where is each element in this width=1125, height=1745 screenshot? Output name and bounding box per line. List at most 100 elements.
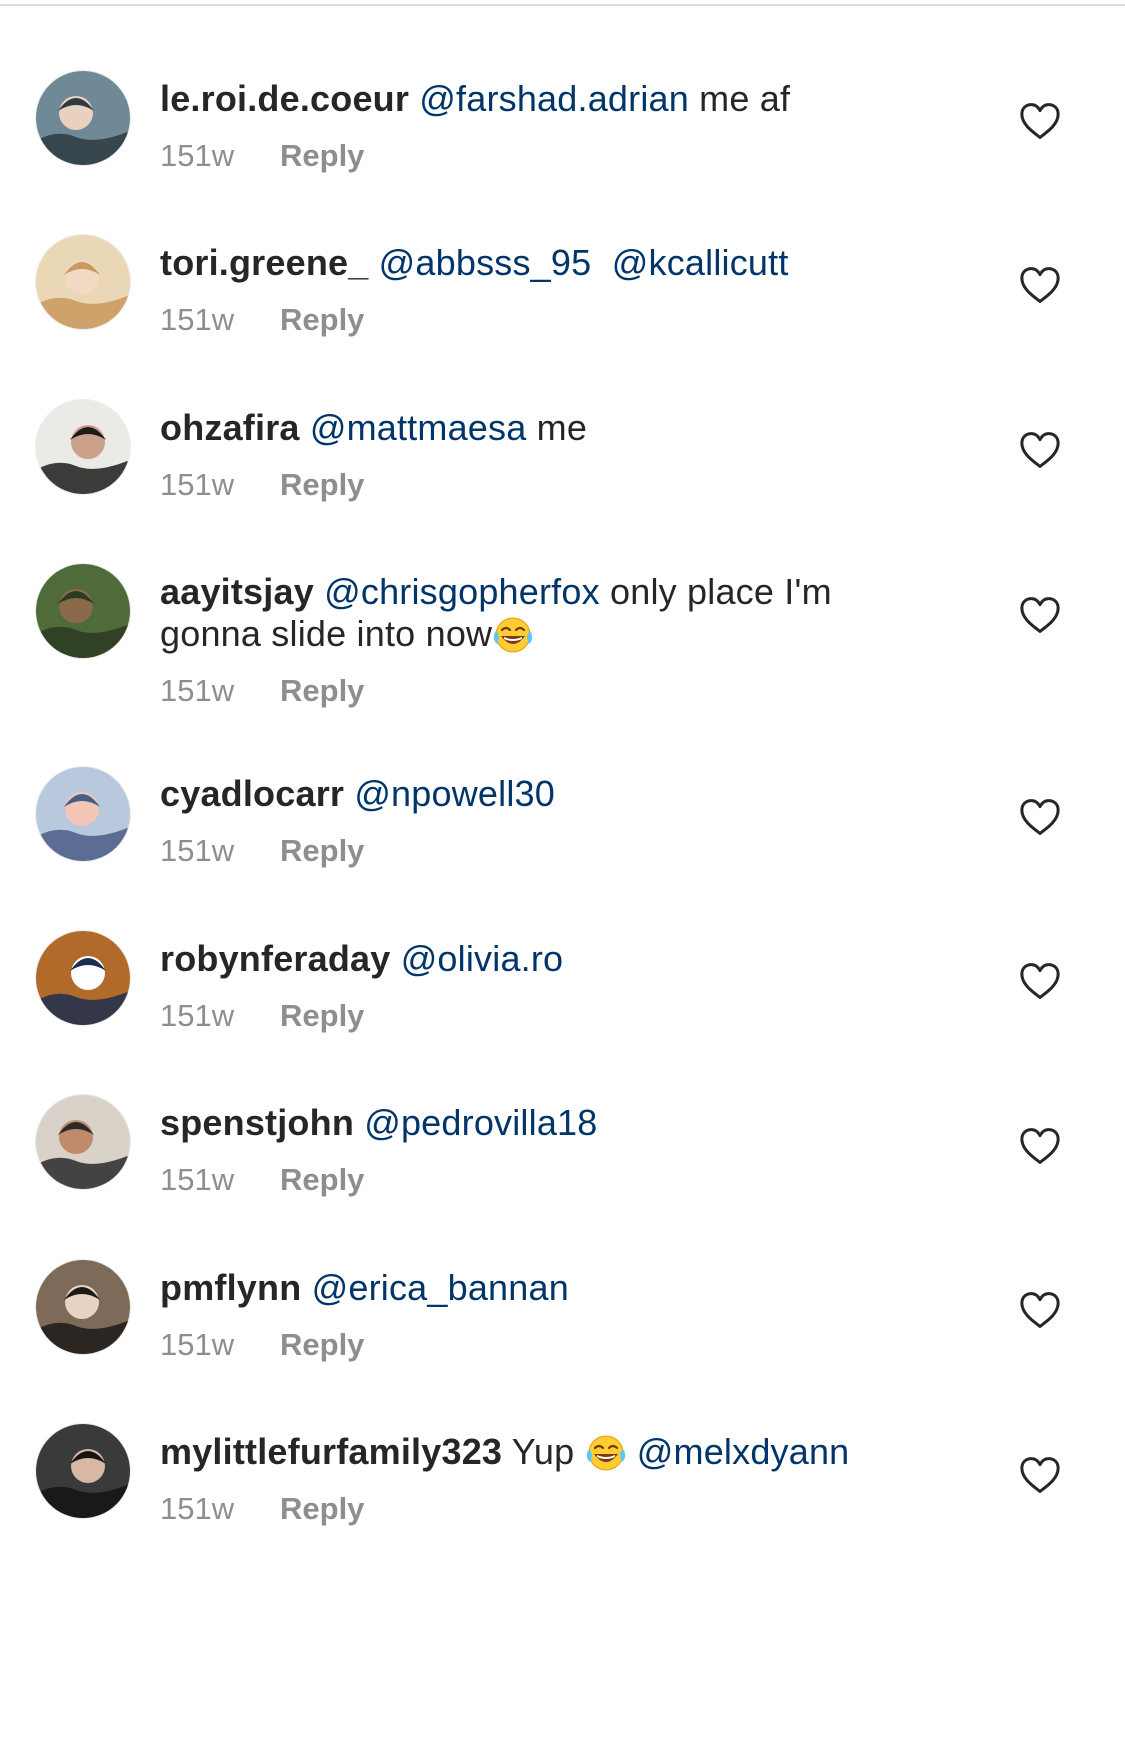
avatar[interactable] (36, 71, 130, 165)
avatar[interactable] (36, 1260, 130, 1354)
avatar-image (36, 71, 130, 165)
like-button[interactable] (1019, 1127, 1061, 1165)
mention-link[interactable]: @mattmaesa (310, 407, 527, 448)
comment-body: aayitsjay @chrisgopherfox only place I'm… (160, 571, 880, 709)
avatar[interactable] (36, 564, 130, 658)
laughing-emoji-icon (494, 617, 533, 653)
comment-username[interactable]: le.roi.de.coeur (160, 78, 409, 119)
reply-button[interactable]: Reply (280, 302, 364, 337)
avatar[interactable] (36, 931, 130, 1025)
mention-link[interactable]: @chrisgopherfox (324, 571, 600, 612)
comment-username[interactable]: tori.greene_ (160, 242, 368, 283)
avatar[interactable] (36, 1095, 130, 1189)
mention-link[interactable]: @farshad.adrian (419, 78, 689, 119)
comment-body: ohzafira @mattmaesa me 151w Reply (160, 407, 880, 503)
reply-button[interactable]: Reply (280, 673, 364, 708)
like-button[interactable] (1019, 1456, 1061, 1494)
heart-icon (1020, 963, 1060, 999)
mention-link[interactable]: @npowell30 (354, 773, 555, 814)
comment-body: tori.greene_ @abbsss_95 @kcallicutt 151w R… (160, 242, 880, 338)
heart-icon (1020, 1292, 1060, 1328)
avatar[interactable] (36, 400, 130, 494)
like-button[interactable] (1019, 266, 1061, 304)
comment-meta: 151w Reply (160, 467, 880, 503)
avatar[interactable] (36, 1424, 130, 1518)
heart-icon (1020, 103, 1060, 139)
comment-content (627, 1431, 637, 1472)
comment-username[interactable]: ohzafira (160, 407, 300, 448)
heart-icon (1020, 1457, 1060, 1493)
mention-link[interactable]: @abbsss_95 (379, 242, 592, 283)
mention-link[interactable]: @erica_bannan (312, 1267, 569, 1308)
comment-text: tori.greene_ @abbsss_95 @kcallicutt (160, 242, 880, 284)
mention-link[interactable]: @pedrovilla18 (364, 1102, 597, 1143)
comment-content: me (526, 407, 588, 448)
comment-meta: 151w Reply (160, 1162, 880, 1198)
comment-username[interactable]: aayitsjay (160, 571, 314, 612)
heart-icon (1020, 597, 1060, 633)
reply-button[interactable]: Reply (280, 138, 364, 173)
avatar[interactable] (36, 235, 130, 329)
comment-timestamp: 151w (160, 1491, 235, 1526)
reply-button[interactable]: Reply (280, 1162, 364, 1197)
comment-text: mylittlefurfamily323 Yup @melxdyann (160, 1431, 880, 1473)
comment-meta: 151w Reply (160, 302, 880, 338)
comment-username[interactable]: cyadlocarr (160, 773, 344, 814)
comment-content (591, 242, 611, 283)
like-button[interactable] (1019, 1291, 1061, 1329)
comment-body: pmflynn @erica_bannan 151w Reply (160, 1267, 880, 1363)
comment-content: me af (688, 78, 791, 119)
like-button[interactable] (1019, 596, 1061, 634)
mention-link[interactable]: @melxdyann (637, 1431, 850, 1472)
comment-username[interactable]: spenstjohn (160, 1102, 354, 1143)
comment-content: Yup (502, 1431, 585, 1472)
avatar-image (36, 1095, 130, 1189)
avatar-image (36, 235, 130, 329)
comment-meta: 151w Reply (160, 998, 880, 1034)
comment-username[interactable]: mylittlefurfamily323 (160, 1431, 502, 1472)
comment-meta: 151w Reply (160, 1491, 880, 1527)
avatar-image (36, 767, 130, 861)
top-divider (0, 4, 1125, 6)
comment-timestamp: 151w (160, 998, 235, 1033)
comment-text: robynferaday @olivia.ro (160, 938, 880, 980)
like-button[interactable] (1019, 431, 1061, 469)
comment-timestamp: 151w (160, 138, 235, 173)
comment-meta: 151w Reply (160, 138, 880, 174)
comment-text: pmflynn @erica_bannan (160, 1267, 880, 1309)
avatar-image (36, 931, 130, 1025)
reply-button[interactable]: Reply (280, 998, 364, 1033)
comment-timestamp: 151w (160, 833, 235, 868)
comment-username[interactable]: pmflynn (160, 1267, 301, 1308)
avatar-image (36, 400, 130, 494)
comment-meta: 151w Reply (160, 833, 880, 869)
reply-button[interactable]: Reply (280, 467, 364, 502)
emoji (585, 1431, 627, 1472)
comment-body: robynferaday @olivia.ro 151w Reply (160, 938, 880, 1034)
comment-timestamp: 151w (160, 467, 235, 502)
heart-icon (1020, 1128, 1060, 1164)
like-button[interactable] (1019, 962, 1061, 1000)
mention-link[interactable]: @kcallicutt (612, 242, 789, 283)
comment-timestamp: 151w (160, 1327, 235, 1362)
comment-timestamp: 151w (160, 673, 235, 708)
like-button[interactable] (1019, 102, 1061, 140)
comment-username[interactable]: robynferaday (160, 938, 390, 979)
reply-button[interactable]: Reply (280, 1491, 364, 1526)
comment-body: spenstjohn @pedrovilla18 151w Reply (160, 1102, 880, 1198)
comment-text: spenstjohn @pedrovilla18 (160, 1102, 880, 1144)
reply-button[interactable]: Reply (280, 833, 364, 868)
comment-body: le.roi.de.coeur @farshad.adrian me af 151… (160, 78, 880, 174)
mention-link[interactable]: @olivia.ro (401, 938, 564, 979)
heart-icon (1020, 799, 1060, 835)
laughing-emoji-icon (586, 1435, 625, 1471)
comment-timestamp: 151w (160, 302, 235, 337)
comment-text: le.roi.de.coeur @farshad.adrian me af (160, 78, 880, 120)
comment-text: aayitsjay @chrisgopherfox only place I'm… (160, 571, 880, 655)
comment-meta: 151w Reply (160, 1327, 880, 1363)
like-button[interactable] (1019, 798, 1061, 836)
comment-text: ohzafira @mattmaesa me (160, 407, 880, 449)
reply-button[interactable]: Reply (280, 1327, 364, 1362)
avatar[interactable] (36, 767, 130, 861)
comment-text: cyadlocarr @npowell30 (160, 773, 880, 815)
